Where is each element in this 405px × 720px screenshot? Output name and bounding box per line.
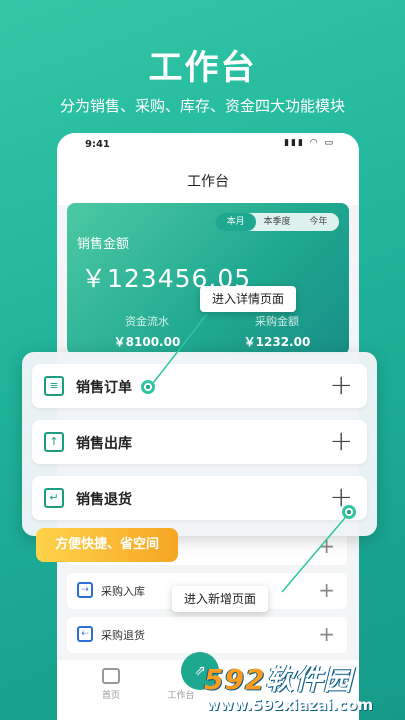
add-icon[interactable]: + — [330, 368, 353, 401]
tab-this-quarter[interactable]: 本季度 — [256, 213, 297, 231]
outbound-icon: ↑ — [44, 432, 64, 452]
list-item-label: 采购入库 — [101, 585, 145, 598]
stat-purchase-amount-value: ￥1232.00 — [243, 335, 311, 349]
home-icon[interactable] — [102, 668, 120, 684]
stat-cash-flow-label: 资金流水 — [125, 315, 169, 328]
add-icon[interactable]: + — [330, 424, 353, 457]
watermark-url: www.592xiazai.com — [206, 696, 374, 714]
stat-purchase-amount-label: 采购金额 — [255, 315, 299, 328]
list-item-label: 销售出库 — [76, 436, 132, 452]
tooltip-add: 进入新增页面 — [172, 586, 269, 612]
watermark-logo: 592软件园 — [204, 658, 352, 698]
list-item-purchase-return[interactable]: ⇠ 采购退货 + — [67, 617, 347, 653]
list-item-sales-return[interactable]: ↵ 销售退货 + — [32, 476, 367, 520]
stat-cash-flow: 资金流水 ￥8100.00 — [87, 313, 207, 350]
list-item-sales-outbound[interactable]: ↑ 销售出库 + — [32, 420, 367, 464]
tab-this-year[interactable]: 今年 — [298, 213, 339, 231]
stat-cash-flow-value: ￥8100.00 — [113, 335, 181, 349]
hero-title: 工作台 — [148, 48, 257, 88]
add-icon[interactable]: + — [318, 622, 335, 646]
list-item-label: 销售退货 — [76, 492, 132, 508]
tab-this-month[interactable]: 本月 — [215, 213, 257, 231]
list-item-label: 销售订单 — [76, 380, 132, 396]
return-icon: ↵ — [44, 488, 64, 508]
add-icon[interactable]: + — [318, 578, 335, 602]
stat-purchase-amount: 采购金额 ￥1232.00 — [217, 313, 337, 350]
tab-workbench-label[interactable]: 工作台 — [161, 688, 201, 701]
add-icon[interactable]: + — [318, 534, 335, 558]
list-item-sales-order[interactable]: ≡ 销售订单 + — [32, 364, 367, 408]
truck-return-icon: ⇠ — [77, 626, 93, 642]
sales-summary-card[interactable]: 本月 本季度 今年 销售金额 ￥123456.05 资金流水 ￥8100.00 … — [67, 203, 349, 355]
clipboard-icon: ≡ — [44, 376, 64, 396]
truck-icon: ⇢ — [77, 582, 93, 598]
feature-badge: 方便快捷、省空间 — [36, 528, 178, 562]
page-title: 工作台 — [187, 174, 229, 190]
tab-home-label[interactable]: 首页 — [91, 688, 131, 701]
hotspot-dot — [342, 505, 356, 519]
signal-wifi-battery-icon: ▮▮▮ ◠ ▭ — [284, 138, 335, 148]
period-tabs: 本月 本季度 今年 — [215, 213, 339, 231]
sales-amount-label: 销售金额 — [77, 237, 130, 252]
status-time: 9:41 — [85, 139, 110, 150]
watermark-text: 软件园 — [265, 663, 353, 696]
hero-subtitle: 分为销售、采购、库存、资金四大功能模块 — [59, 97, 345, 115]
list-item-label: 采购退货 — [101, 629, 145, 642]
watermark-number: 592 — [204, 663, 266, 696]
status-bar: 9:41 ▮▮▮ ◠ ▭ — [57, 133, 359, 157]
sales-feature-panel: ≡ 销售订单 + ↑ 销售出库 + ↵ 销售退货 + — [22, 352, 377, 536]
hotspot-dot — [141, 380, 155, 394]
tooltip-detail: 进入详情页面 — [200, 286, 297, 312]
nav-bar: 工作台 — [57, 157, 359, 205]
